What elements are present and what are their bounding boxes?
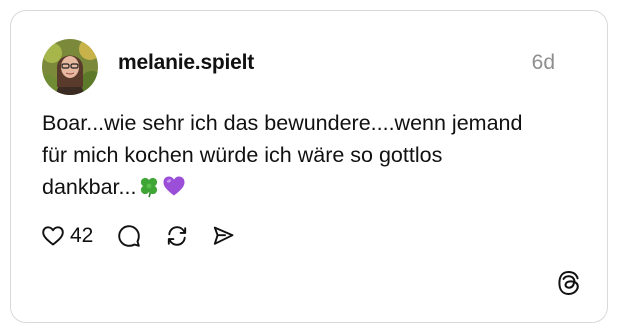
username[interactable]: melanie.spielt (118, 51, 254, 75)
post-text-line-last: dankbar... (42, 171, 582, 203)
heart-icon (42, 226, 64, 246)
post-timestamp: 6d (531, 51, 555, 74)
avatar[interactable] (42, 39, 98, 95)
four-leaf-clover-emoji (141, 177, 158, 198)
post-text-line: dankbar... (42, 175, 137, 199)
share-icon (214, 226, 234, 245)
post-text-line: für mich kochen würde ich wäre so gottlo… (42, 143, 443, 167)
purple-heart-emoji (163, 176, 185, 196)
post-actions: 42 (41, 221, 235, 251)
like-button[interactable]: 42 (41, 224, 93, 248)
comment-icon (118, 225, 141, 247)
post-text-line: Boar...wie sehr ich das bewundere....wen… (42, 111, 523, 135)
comment-button[interactable] (117, 224, 141, 248)
repost-icon (168, 226, 187, 246)
repost-button[interactable] (165, 224, 189, 248)
share-button[interactable] (211, 224, 235, 248)
like-count: 42 (70, 224, 94, 247)
threads-logo-icon[interactable] (557, 270, 581, 296)
post-text: Boar...wie sehr ich das bewundere....wen… (42, 107, 582, 203)
post-card: melanie.spielt 6d Boar...wie sehr ich da… (10, 10, 608, 323)
